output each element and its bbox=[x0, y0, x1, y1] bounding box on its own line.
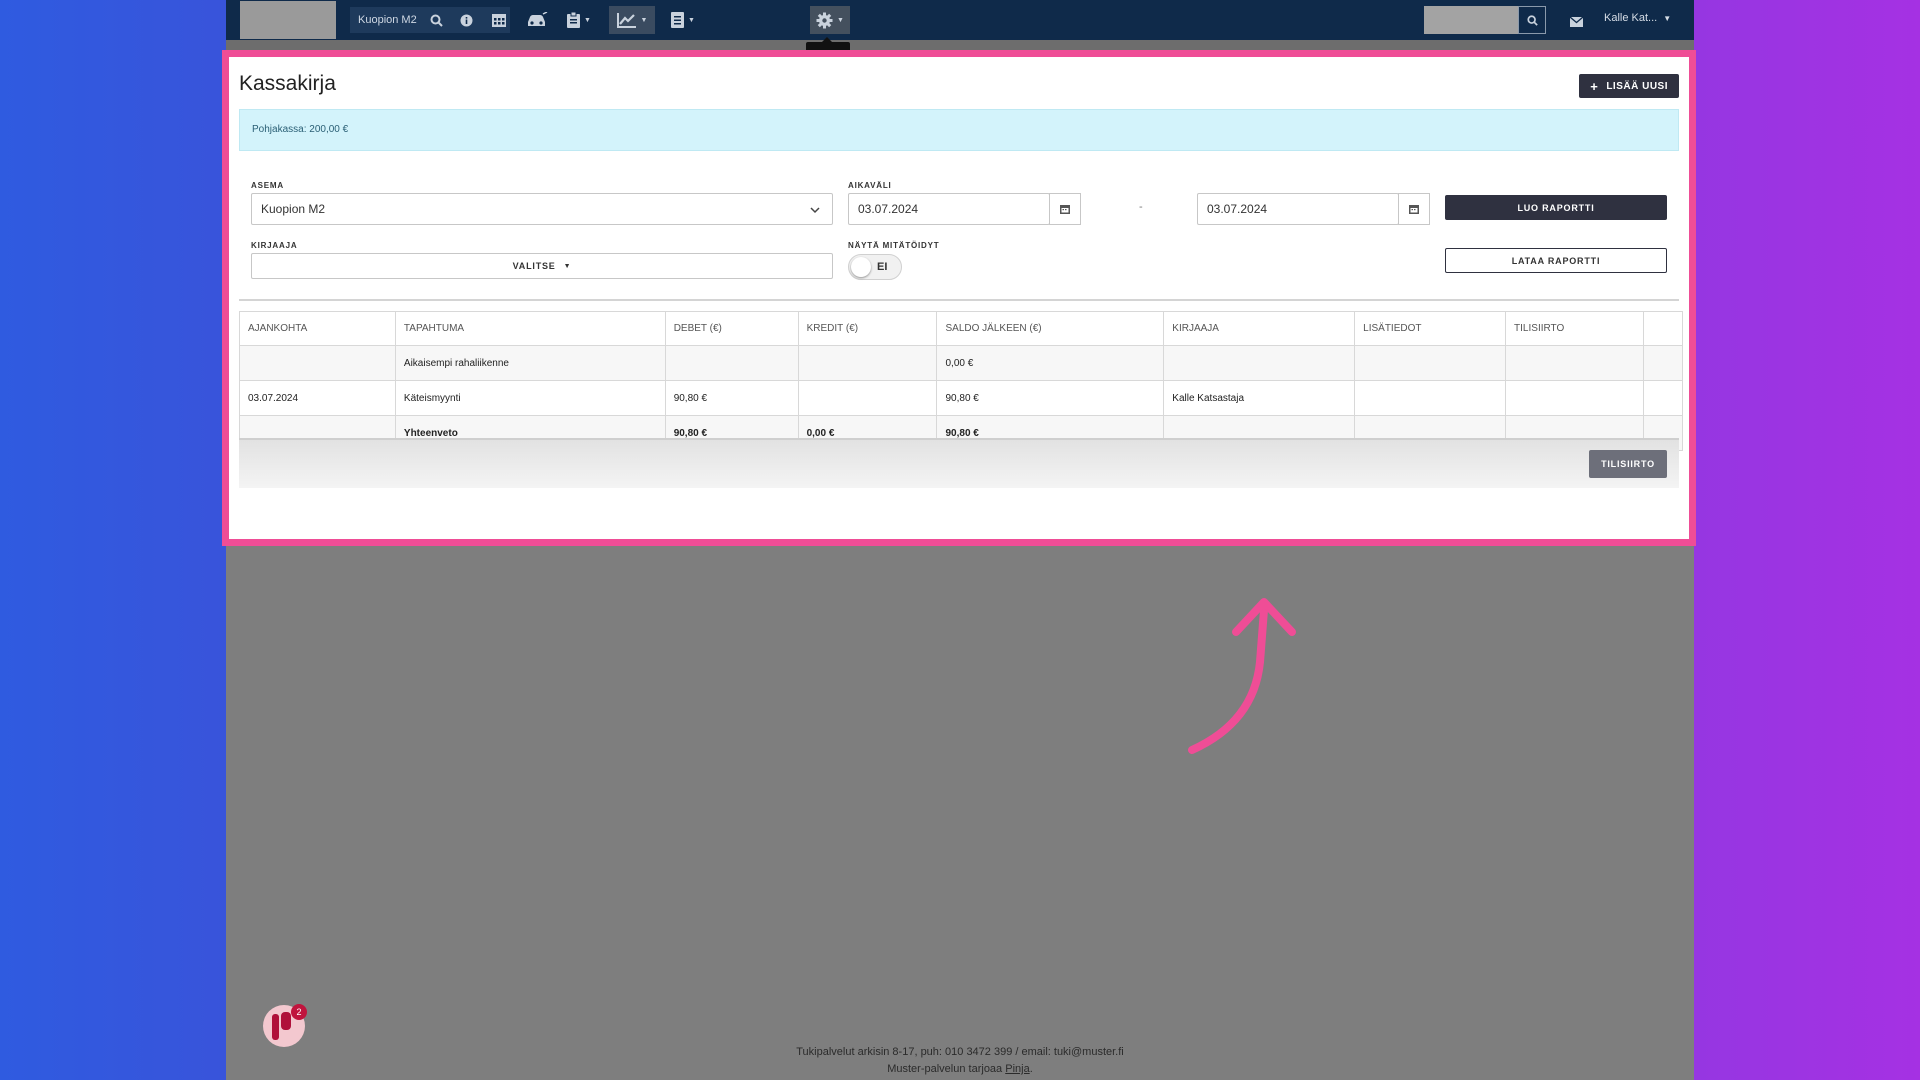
cashbook-table: AJANKOHTA TAPAHTUMA DEBET (€) KREDIT (€)… bbox=[239, 311, 1684, 451]
show-voided-toggle[interactable]: EI bbox=[848, 254, 902, 280]
search-icon bbox=[1526, 14, 1538, 26]
station-select[interactable]: Kuopion M2 bbox=[251, 193, 833, 225]
table-cell bbox=[1163, 345, 1356, 381]
calendar-icon[interactable] bbox=[1049, 193, 1081, 225]
table-cell bbox=[664, 345, 799, 381]
toggle-value: EI bbox=[877, 261, 888, 273]
provider-suffix: . bbox=[1029, 1063, 1033, 1075]
add-new-label: LISÄÄ UUSI bbox=[1606, 80, 1668, 92]
col-header[interactable]: LISÄTIEDOT bbox=[1354, 311, 1507, 346]
station-selector-label: Kuopion M2 bbox=[358, 14, 417, 26]
chevron-down-icon: ▼ bbox=[1663, 14, 1672, 23]
mail-icon[interactable] bbox=[1569, 14, 1584, 32]
col-header[interactable]: DEBET (€) bbox=[664, 311, 799, 346]
info-icon[interactable] bbox=[456, 6, 476, 34]
document-icon[interactable]: ▼ bbox=[666, 6, 700, 34]
col-header[interactable]: AJANKOHTA bbox=[239, 311, 396, 346]
table-cell: 0,00 € bbox=[936, 345, 1165, 381]
cashbook-panel: Kassakirja + LISÄÄ UUSI Pohjakassa: 200,… bbox=[239, 57, 1684, 539]
col-header[interactable]: SALDO JÄLKEEN (€) bbox=[936, 311, 1165, 346]
calendar-icon[interactable] bbox=[1398, 193, 1430, 225]
toggle-knob bbox=[851, 257, 871, 277]
date-to-input[interactable]: 03.07.2024 bbox=[1197, 193, 1399, 225]
table-cell: 90,80 € bbox=[664, 380, 799, 416]
highlight-frame: Kassakirja + LISÄÄ UUSI Pohjakassa: 200,… bbox=[222, 50, 1696, 546]
table-cell bbox=[1642, 345, 1684, 381]
user-name: Kalle Kat... bbox=[1604, 12, 1658, 24]
filter-section: ASEMA Kuopion M2 AIKAVÄLI 03.07.2024 - 0… bbox=[239, 159, 1679, 301]
search-icon[interactable] bbox=[426, 6, 446, 34]
download-report-button[interactable]: LATAA RAPORTTI bbox=[1445, 248, 1667, 273]
provider-link[interactable]: Pinja bbox=[1005, 1063, 1029, 1075]
chart-icon[interactable]: ▼ bbox=[609, 6, 655, 34]
date-from-input[interactable]: 03.07.2024 bbox=[848, 193, 1050, 225]
table-cell: Käteismyynti bbox=[394, 380, 666, 416]
table-header-row: AJANKOHTA TAPAHTUMA DEBET (€) KREDIT (€)… bbox=[239, 311, 1684, 346]
add-new-button[interactable]: + LISÄÄ UUSI bbox=[1579, 74, 1679, 98]
recorder-select[interactable]: VALITSE ▼ bbox=[251, 253, 833, 279]
top-navbar: Kuopion M2 ▼ ▼ ▼ ▼ ▼ bbox=[226, 0, 1694, 40]
table-cell bbox=[1354, 380, 1507, 416]
col-header[interactable]: KIRJAAJA bbox=[1163, 311, 1356, 346]
table-cell bbox=[239, 345, 396, 381]
chat-badge-count: 2 bbox=[296, 1007, 301, 1017]
col-header[interactable]: KREDIT (€) bbox=[797, 311, 938, 346]
table-cell bbox=[1505, 345, 1644, 381]
page-footer: Tukipalvelut arkisin 8-17, puh: 010 3472… bbox=[226, 1044, 1694, 1078]
car-icon[interactable] bbox=[524, 6, 550, 34]
recorder-label: KIRJAAJA bbox=[251, 241, 298, 250]
gear-icon[interactable]: ▼ bbox=[810, 6, 850, 34]
provider-prefix: Muster-palvelun tarjoaa bbox=[887, 1063, 1006, 1075]
table-cell bbox=[1505, 380, 1644, 416]
recorder-select-value: VALITSE bbox=[512, 261, 556, 271]
logo[interactable] bbox=[240, 1, 336, 39]
col-header[interactable]: TILISIIRTO bbox=[1505, 311, 1644, 346]
period-label: AIKAVÄLI bbox=[848, 181, 892, 190]
page-title: Kassakirja bbox=[239, 72, 336, 95]
global-search-input[interactable] bbox=[1424, 6, 1518, 34]
support-info: Tukipalvelut arkisin 8-17, puh: 010 3472… bbox=[796, 1046, 1124, 1058]
table-cell: Aikaisempi rahaliikenne bbox=[394, 345, 666, 381]
pointer-arrow bbox=[1184, 592, 1304, 767]
table-cell bbox=[1354, 345, 1507, 381]
table-cell bbox=[797, 380, 938, 416]
station-label: ASEMA bbox=[251, 181, 284, 190]
search-button[interactable] bbox=[1518, 6, 1546, 34]
provider-info: Muster-palvelun tarjoaa Pinja. bbox=[226, 1061, 1694, 1078]
clipboard-icon[interactable]: ▼ bbox=[562, 6, 596, 34]
user-menu[interactable]: Kalle Kat... ▼ bbox=[1604, 12, 1671, 24]
col-header bbox=[1642, 311, 1684, 346]
date-separator: - bbox=[1139, 201, 1143, 213]
caret-down-icon: ▼ bbox=[563, 262, 572, 270]
table-footer-bar: TILISIIRTO bbox=[239, 438, 1679, 488]
show-voided-label: NÄYTÄ MITÄTÖIDYT bbox=[848, 241, 940, 250]
sub-bar bbox=[226, 40, 1694, 50]
calendar-icon[interactable] bbox=[488, 6, 510, 34]
bank-transfer-button[interactable]: TILISIIRTO bbox=[1589, 450, 1667, 478]
table-cell: Kalle Katsastaja bbox=[1163, 380, 1356, 416]
table-row[interactable]: 03.07.2024 Käteismyynti 90,80 € 90,80 € … bbox=[239, 380, 1684, 416]
col-header[interactable]: TAPAHTUMA bbox=[394, 311, 666, 346]
create-report-button[interactable]: LUO RAPORTTI bbox=[1445, 195, 1667, 220]
table-cell bbox=[797, 345, 938, 381]
table-row[interactable]: Aikaisempi rahaliikenne 0,00 € bbox=[239, 345, 1684, 381]
table-cell: 03.07.2024 bbox=[239, 380, 396, 416]
plus-icon: + bbox=[1590, 78, 1599, 94]
chevron-down-icon bbox=[810, 195, 820, 227]
cash-float-info: Pohjakassa: 200,00 € bbox=[239, 109, 1679, 151]
station-select-value: Kuopion M2 bbox=[261, 202, 326, 216]
table-cell bbox=[1642, 380, 1684, 416]
table-cell: 90,80 € bbox=[936, 380, 1165, 416]
